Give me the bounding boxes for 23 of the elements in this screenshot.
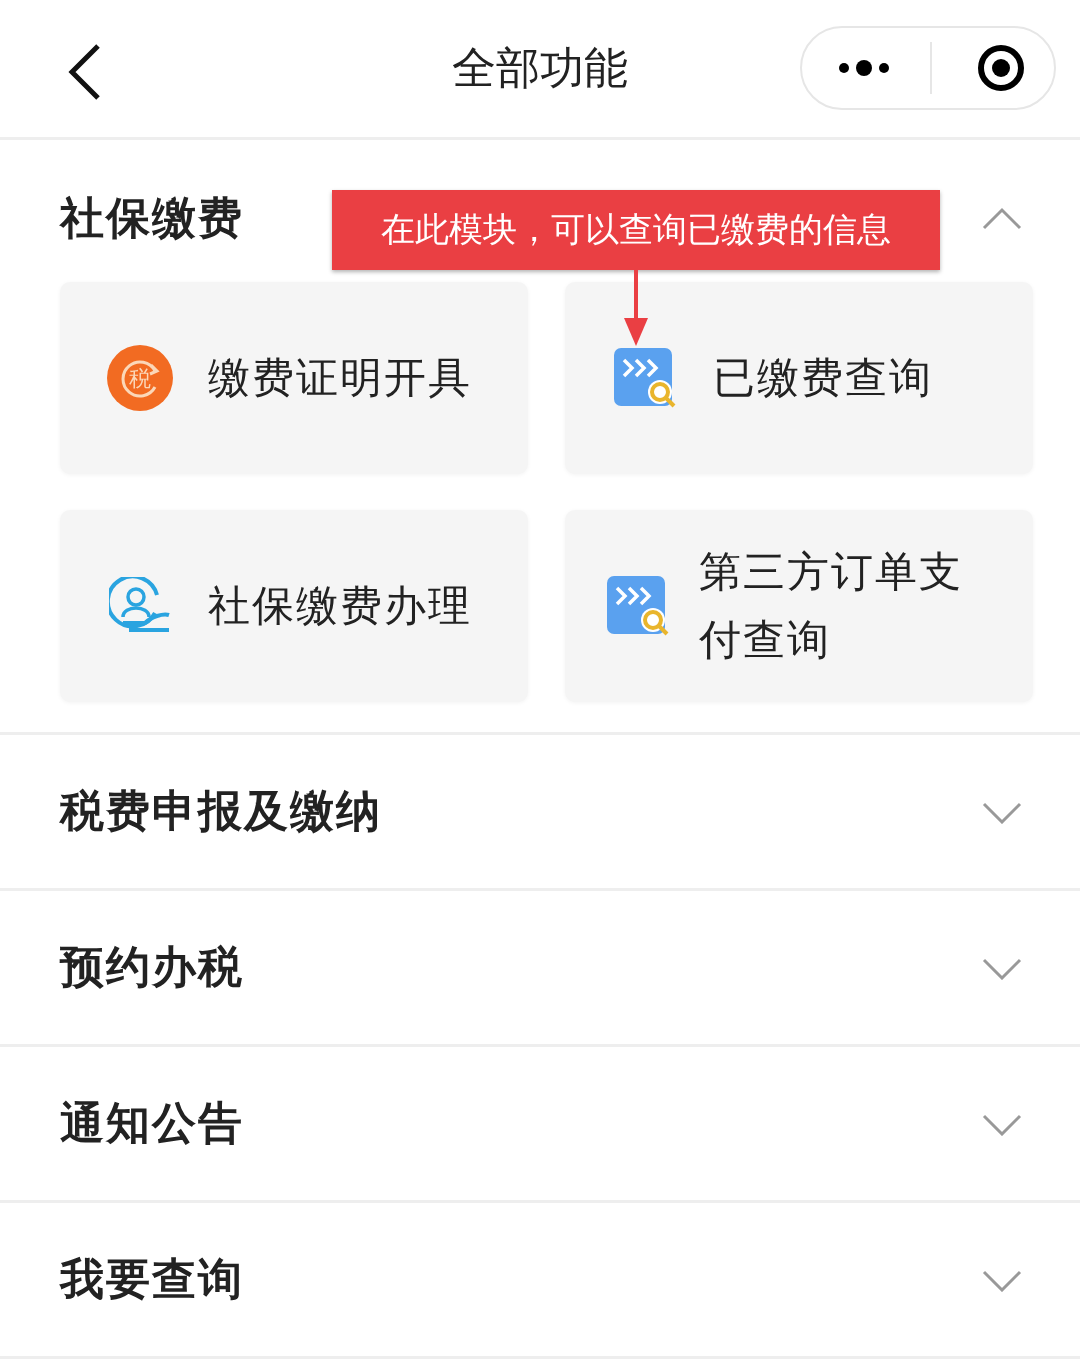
section-title[interactable]: 预约办税 [60, 938, 244, 997]
more-icon[interactable] [838, 58, 890, 78]
card-label: 已缴费查询 [713, 352, 933, 404]
function-card[interactable]: 税 缴费证明开具 [60, 282, 528, 474]
page-title: 全部功能 [452, 41, 628, 95]
card-label: 社保缴费办理 [208, 580, 472, 632]
search-document-icon [605, 574, 671, 638]
function-card[interactable]: 已缴费查询 [565, 282, 1033, 474]
function-card[interactable]: 第三方订单支付查询 [565, 510, 1033, 702]
section-title[interactable]: 税费申报及缴纳 [60, 782, 382, 841]
section-title[interactable]: 我要查询 [60, 1250, 244, 1309]
search-document-icon [612, 346, 678, 410]
annotation-callout: 在此模块，可以查询已缴费的信息 [332, 190, 940, 270]
arrow-icon [621, 270, 651, 346]
icon-text: 税 [129, 366, 151, 391]
refresh-arrow-icon [121, 360, 160, 398]
card-label: 缴费证明开具 [208, 352, 472, 404]
function-card[interactable]: 社保缴费办理 [60, 510, 528, 702]
card-label: 第三方订单支付查询 [699, 546, 964, 666]
section-title[interactable]: 社保缴费 [60, 188, 244, 248]
badge-background [107, 345, 173, 411]
section-title[interactable]: 通知公告 [60, 1094, 244, 1153]
user-hand-icon [109, 577, 171, 635]
